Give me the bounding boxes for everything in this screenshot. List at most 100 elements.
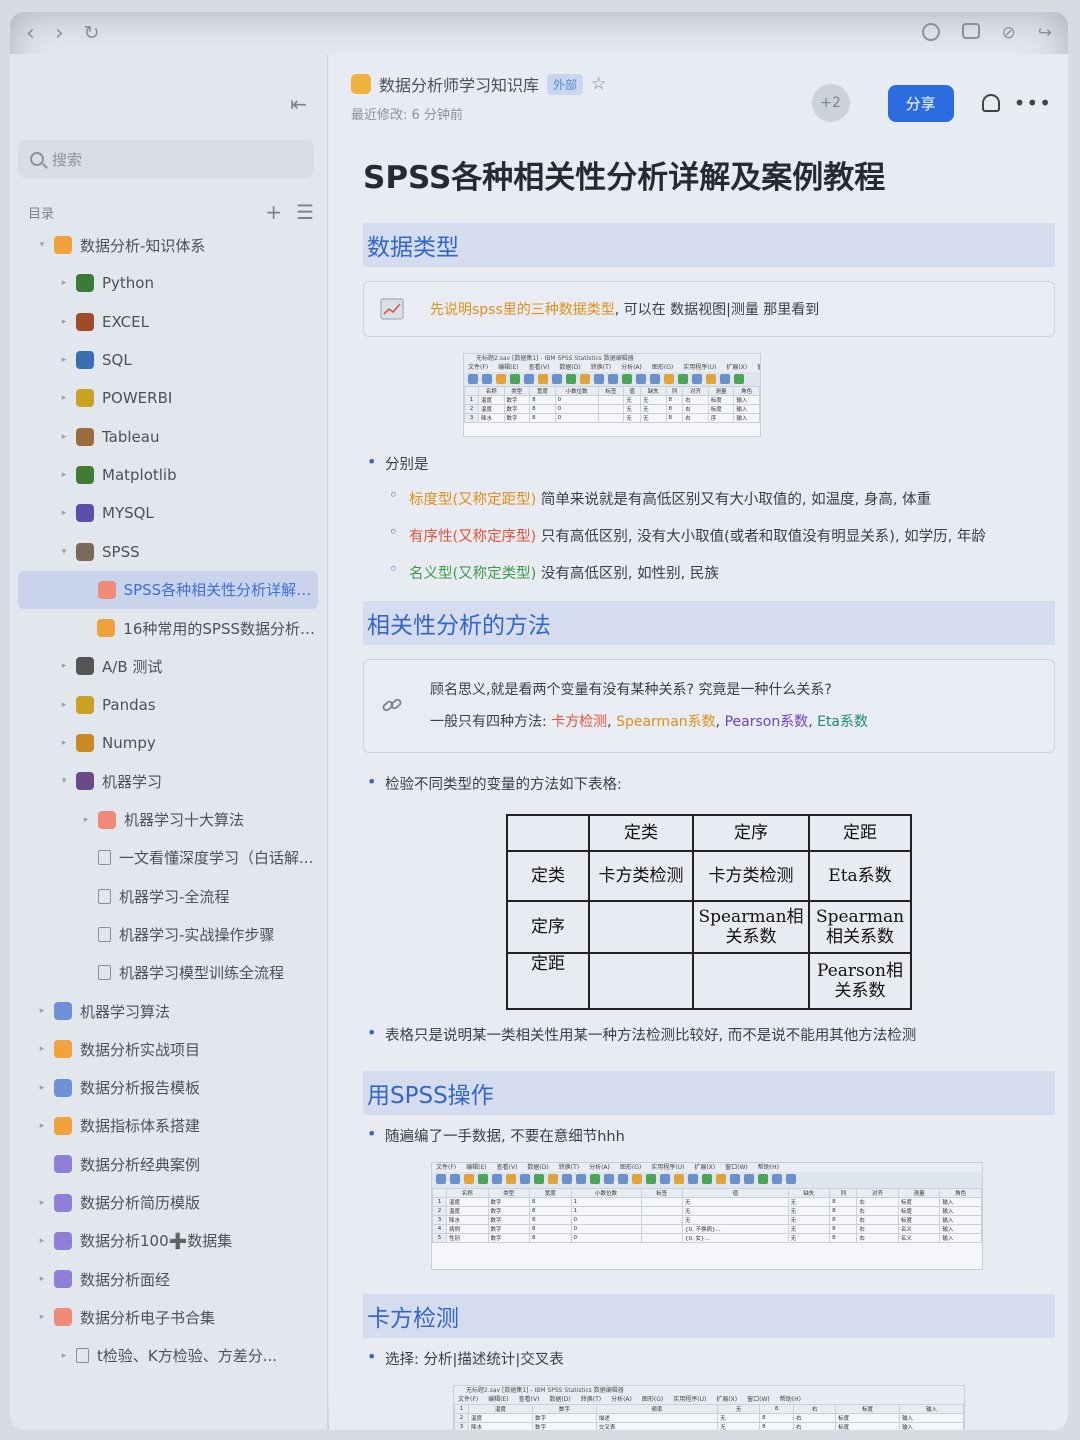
collaborators-avatar[interactable]: +2 xyxy=(811,84,850,122)
chevron-right-icon[interactable]: ▸ xyxy=(36,1198,48,1208)
sidebar-item[interactable]: ▸ Tableau xyxy=(18,417,318,455)
star-icon[interactable]: ☆ xyxy=(591,74,606,94)
sidebar-item[interactable]: ▸ 数据分析实战项目 xyxy=(18,1030,318,1068)
spss-cell: 交叉表 xyxy=(595,1422,719,1430)
spss-cell: 1 xyxy=(432,1197,447,1207)
sidebar-item[interactable]: ▾ SPSS xyxy=(18,532,318,570)
chevron-right-icon[interactable]: ▸ xyxy=(58,1351,70,1361)
chevron-down-icon[interactable]: ▾ xyxy=(58,547,70,557)
spss-cell: 无 xyxy=(717,1404,761,1414)
chevron-right-icon[interactable]: ▸ xyxy=(36,1044,48,1054)
spss-cell xyxy=(597,404,625,414)
spss-cell: 角色 xyxy=(939,1188,982,1198)
chevron-right-icon[interactable]: ▸ xyxy=(58,278,70,288)
sidebar-item[interactable]: ▸ Numpy xyxy=(18,724,318,762)
spss-menu-item: 查看(V) xyxy=(496,1164,518,1171)
spss-cell: 类型 xyxy=(487,1188,530,1198)
spss-cell: 8 xyxy=(529,404,556,414)
sidebar-item[interactable]: 一文看懂深度学习（白话解... xyxy=(18,839,318,877)
chevron-right-icon[interactable]: ▸ xyxy=(58,700,70,710)
refresh-icon[interactable]: ↻ xyxy=(84,22,100,44)
chevron-right-icon[interactable]: ▸ xyxy=(58,661,70,671)
chevron-right-icon[interactable]: ▸ xyxy=(58,432,70,442)
chevron-down-icon[interactable]: ▾ xyxy=(58,776,70,786)
sidebar-item[interactable]: ▸ t检验、K方检验、方差分... xyxy=(18,1337,318,1375)
chevron-right-icon[interactable]: ▸ xyxy=(58,508,70,518)
spss-cell: 8 xyxy=(529,1233,572,1243)
folder-icon xyxy=(76,312,94,331)
folder-icon xyxy=(76,274,94,293)
chevron-right-icon[interactable]: ▸ xyxy=(36,1274,48,1284)
sidebar-item[interactable]: ▸ EXCEL xyxy=(18,303,318,341)
sidebar-item[interactable]: ▸ 数据分析报告模板 xyxy=(18,1069,318,1107)
sidebar-item-label: 数据分析实战项目 xyxy=(80,1040,201,1059)
sidebar-item[interactable]: ▾ 机器学习 xyxy=(18,762,318,800)
sidebar-item[interactable]: 数据分析经典案例 xyxy=(18,1145,318,1183)
spss-menu-item: 扩展(X) xyxy=(716,1396,738,1403)
table-cell: 定距 xyxy=(506,952,590,1010)
chevron-right-icon[interactable]: ▸ xyxy=(58,393,70,403)
sidebar-item[interactable]: ▸ 机器学习十大算法 xyxy=(18,800,318,838)
sidebar-item-label: Pandas xyxy=(102,695,156,714)
sidebar-item[interactable]: ▾ 数据分析-知识体系 xyxy=(18,226,318,264)
spss-menu-item: 分析(A) xyxy=(621,364,642,371)
sidebar-item[interactable]: SPSS各种相关性分析详解及... xyxy=(18,570,318,609)
sidebar-item[interactable]: 机器学习-全流程 xyxy=(18,877,318,915)
sidebar-item[interactable]: ▸ SQL xyxy=(18,341,318,379)
chevron-right-icon[interactable]: ▸ xyxy=(58,355,70,365)
search-input[interactable]: 搜索 xyxy=(18,140,314,178)
chevron-right-icon[interactable]: ▸ xyxy=(58,470,70,480)
sidebar-item[interactable]: ▸ 数据分析简历模版 xyxy=(18,1183,318,1221)
chevron-down-icon[interactable]: ▾ xyxy=(36,240,48,250)
sidebar-item[interactable]: 16种常用的SPSS数据分析方法 xyxy=(18,609,318,647)
bell-icon[interactable] xyxy=(981,94,1000,112)
list-icon[interactable]: ☰ xyxy=(296,200,314,224)
chevron-right-icon[interactable]: ▸ xyxy=(36,1006,48,1016)
sidebar-item-label: A/B 测试 xyxy=(102,657,163,676)
spss-cell: 标签 xyxy=(640,1188,684,1198)
chevron-right-icon[interactable]: ▸ xyxy=(36,1121,48,1131)
sidebar-item-label: 数据指标体系搭建 xyxy=(80,1117,201,1136)
link-icon[interactable]: ⊘ xyxy=(1002,23,1016,43)
sidebar-item[interactable]: 机器学习-实战操作步骤 xyxy=(18,915,318,953)
sidebar-item-label: Numpy xyxy=(102,734,156,752)
sidebar-item[interactable]: ▸ Pandas xyxy=(18,686,318,724)
table-cell: 定序 xyxy=(692,814,810,852)
spss-analysis-menu-table: 1 温度 数字 频率无 8 右标度 输入 2 温度 数字 描述无 8 右标度 输入 3 降水 数字 交叉表无 8 右标… xyxy=(454,1404,964,1430)
share-button[interactable]: 分享 xyxy=(887,84,954,122)
sidebar-item[interactable]: ▸ Matplotlib xyxy=(18,456,318,494)
spss-cell: 无 xyxy=(639,395,667,405)
sidebar-item[interactable]: ▸ 数据分析100➕数据集 xyxy=(18,1222,318,1260)
method-spearman: Spearman系数 xyxy=(616,714,716,730)
sidebar-item[interactable]: ▸ 数据指标体系搭建 xyxy=(18,1107,318,1145)
spss-cell: 8 xyxy=(665,404,684,414)
folder-icon xyxy=(97,580,116,599)
more-icon[interactable]: ••• xyxy=(1014,91,1052,115)
window-icon[interactable] xyxy=(961,23,980,39)
kb-title[interactable]: 数据分析师学习知识库 xyxy=(379,72,539,96)
chevron-right-icon[interactable]: ▸ xyxy=(36,1236,48,1246)
add-icon[interactable]: + xyxy=(265,200,282,224)
sidebar-item[interactable]: ▸ MYSQL xyxy=(18,494,318,532)
chevron-right-icon[interactable]: ▸ xyxy=(58,738,70,748)
back-icon[interactable]: ‹ xyxy=(26,21,35,46)
sidebar-item[interactable]: ▸ POWERBI xyxy=(18,379,318,417)
sidebar-item[interactable]: ▸ 机器学习算法 xyxy=(18,992,318,1030)
chevron-right-icon[interactable]: ▸ xyxy=(36,1312,48,1322)
share-arrow-icon[interactable]: ↪ xyxy=(1038,23,1052,43)
sidebar-item[interactable]: ▸ 数据分析电子书合集 xyxy=(18,1298,318,1336)
spss-cell: 数字 xyxy=(531,1422,597,1430)
sidebar-item[interactable]: 机器学习模型训练全流程 xyxy=(18,954,318,992)
chevron-right-icon[interactable]: ▸ xyxy=(36,1083,48,1093)
chevron-right-icon[interactable]: ▸ xyxy=(58,317,70,327)
chevron-right-icon[interactable]: ▸ xyxy=(80,815,92,825)
table-cell xyxy=(692,952,810,1010)
comment-icon[interactable] xyxy=(921,23,940,41)
spss-row: 2 温度 数字 8 1 无无 8 右标度 输入 xyxy=(432,1206,982,1216)
sidebar-item[interactable]: ▸ 数据分析面经 xyxy=(18,1260,318,1298)
sidebar-item[interactable]: ▸ Python xyxy=(18,264,318,302)
sidebar-item[interactable]: ▸ A/B 测试 xyxy=(18,647,318,685)
collapse-sidebar-icon[interactable]: ⇤ xyxy=(290,92,307,116)
document-body: SPSS各种相关性分析详解及案例教程 数据类型 先说明spss里的三种数据类型,… xyxy=(363,152,1055,1430)
forward-icon[interactable]: › xyxy=(55,21,64,46)
